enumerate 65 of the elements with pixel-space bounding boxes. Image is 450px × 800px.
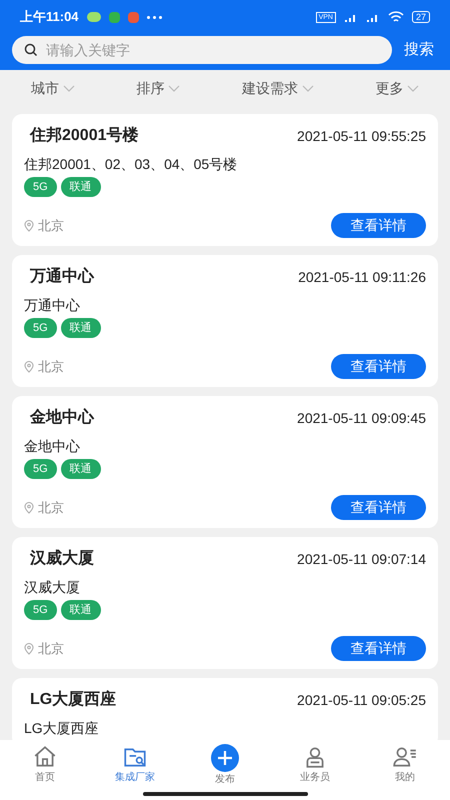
- project-time: 2021-05-11 09:55:25: [297, 126, 426, 146]
- project-time: 2021-05-11 09:05:25: [297, 690, 426, 710]
- more-icon: [146, 16, 162, 18]
- plus-icon: [211, 744, 239, 772]
- filter-dropdown[interactable]: 建设需求: [242, 78, 314, 98]
- chevron-down-icon: [407, 84, 420, 92]
- project-title: 万通中心: [28, 266, 94, 287]
- view-details-button[interactable]: 查看详情: [331, 213, 426, 238]
- view-details-button[interactable]: 查看详情: [331, 495, 426, 520]
- app-icon: [128, 12, 139, 22]
- wifi-icon: [388, 11, 404, 23]
- location-pin-icon: [24, 220, 34, 232]
- project-time: 2021-05-11 09:11:26: [298, 268, 426, 286]
- filter-dropdown[interactable]: 排序: [136, 78, 180, 98]
- tag: 5G: [24, 177, 57, 197]
- view-details-button[interactable]: 查看详情: [331, 354, 426, 379]
- project-title: 汉威大厦: [29, 548, 94, 569]
- app-icon: [108, 12, 120, 22]
- project-card[interactable]: 汉威大厦 2021-05-11 09:07:14 汉威大厦 5G 联通 北京 查看详情: [12, 537, 438, 669]
- chevron-down-icon: [302, 84, 314, 92]
- nav-tab[interactable]: 发布: [190, 744, 260, 787]
- signal-icon: [344, 12, 358, 22]
- tag: 联通: [60, 459, 101, 479]
- tag: 5G: [24, 318, 57, 338]
- project-time: 2021-05-11 09:09:45: [297, 408, 426, 428]
- tag: 5G: [24, 600, 57, 620]
- search-icon: [24, 43, 38, 57]
- nav-tab[interactable]: 业务员: [280, 744, 350, 787]
- filter-dropdown[interactable]: 城市: [30, 78, 75, 98]
- search-field[interactable]: 请输入关键字: [12, 36, 392, 64]
- project-title: 住邦20001号楼: [28, 126, 138, 146]
- search-button[interactable]: 搜索: [400, 38, 438, 62]
- location-text: 北京: [38, 358, 64, 376]
- location-text: 北京: [38, 216, 64, 235]
- location-text: 北京: [38, 498, 64, 517]
- signal-icon: [366, 12, 380, 22]
- project-card[interactable]: 住邦20001号楼 2021-05-11 09:55:25 住邦20001、02、03、04、05号楼 5G 联通 北京 查看详情: [12, 114, 438, 246]
- project-card[interactable]: 金地中心 2021-05-11 09:09:45 金地中心 5G 联通 北京 查看详情: [12, 396, 438, 528]
- project-card[interactable]: 万通中心 2021-05-11 09:11:26 万通中心 5G 联通 北京 查看详情: [12, 255, 438, 387]
- chevron-down-icon: [62, 84, 75, 92]
- project-title: LG大厦西座: [29, 689, 116, 710]
- project-description: 万通中心: [24, 296, 81, 315]
- project-time: 2021-05-11 09:07:14: [297, 550, 426, 568]
- project-description: 汉威大厦: [24, 578, 81, 597]
- tag: 联通: [60, 177, 101, 197]
- filter-dropdown[interactable]: 更多: [375, 78, 420, 98]
- location-pin-icon: [24, 642, 34, 654]
- project-title: 金地中心: [28, 407, 94, 428]
- nav-tab[interactable]: 首页: [10, 744, 80, 787]
- battery-indicator: 27: [412, 11, 430, 23]
- view-details-button[interactable]: 查看详情: [331, 636, 426, 661]
- chevron-down-icon: [168, 84, 180, 92]
- tag: 联通: [60, 318, 101, 338]
- project-card[interactable]: LG大厦西座 2021-05-11 09:05:25 LG大厦西座: [12, 678, 438, 740]
- nav-tab[interactable]: 集成厂家: [100, 744, 170, 787]
- project-description: 金地中心: [24, 437, 81, 456]
- location-text: 北京: [38, 640, 64, 658]
- nav-tab[interactable]: 我的: [370, 744, 440, 787]
- project-description: 住邦20001、02、03、04、05号楼: [24, 155, 238, 174]
- tag: 5G: [24, 459, 57, 479]
- project-description: LG大厦西座: [24, 719, 100, 738]
- location-pin-icon: [24, 502, 34, 514]
- location-pin-icon: [24, 360, 34, 372]
- tag: 联通: [60, 600, 101, 620]
- status-time: 上午11:04: [20, 8, 79, 26]
